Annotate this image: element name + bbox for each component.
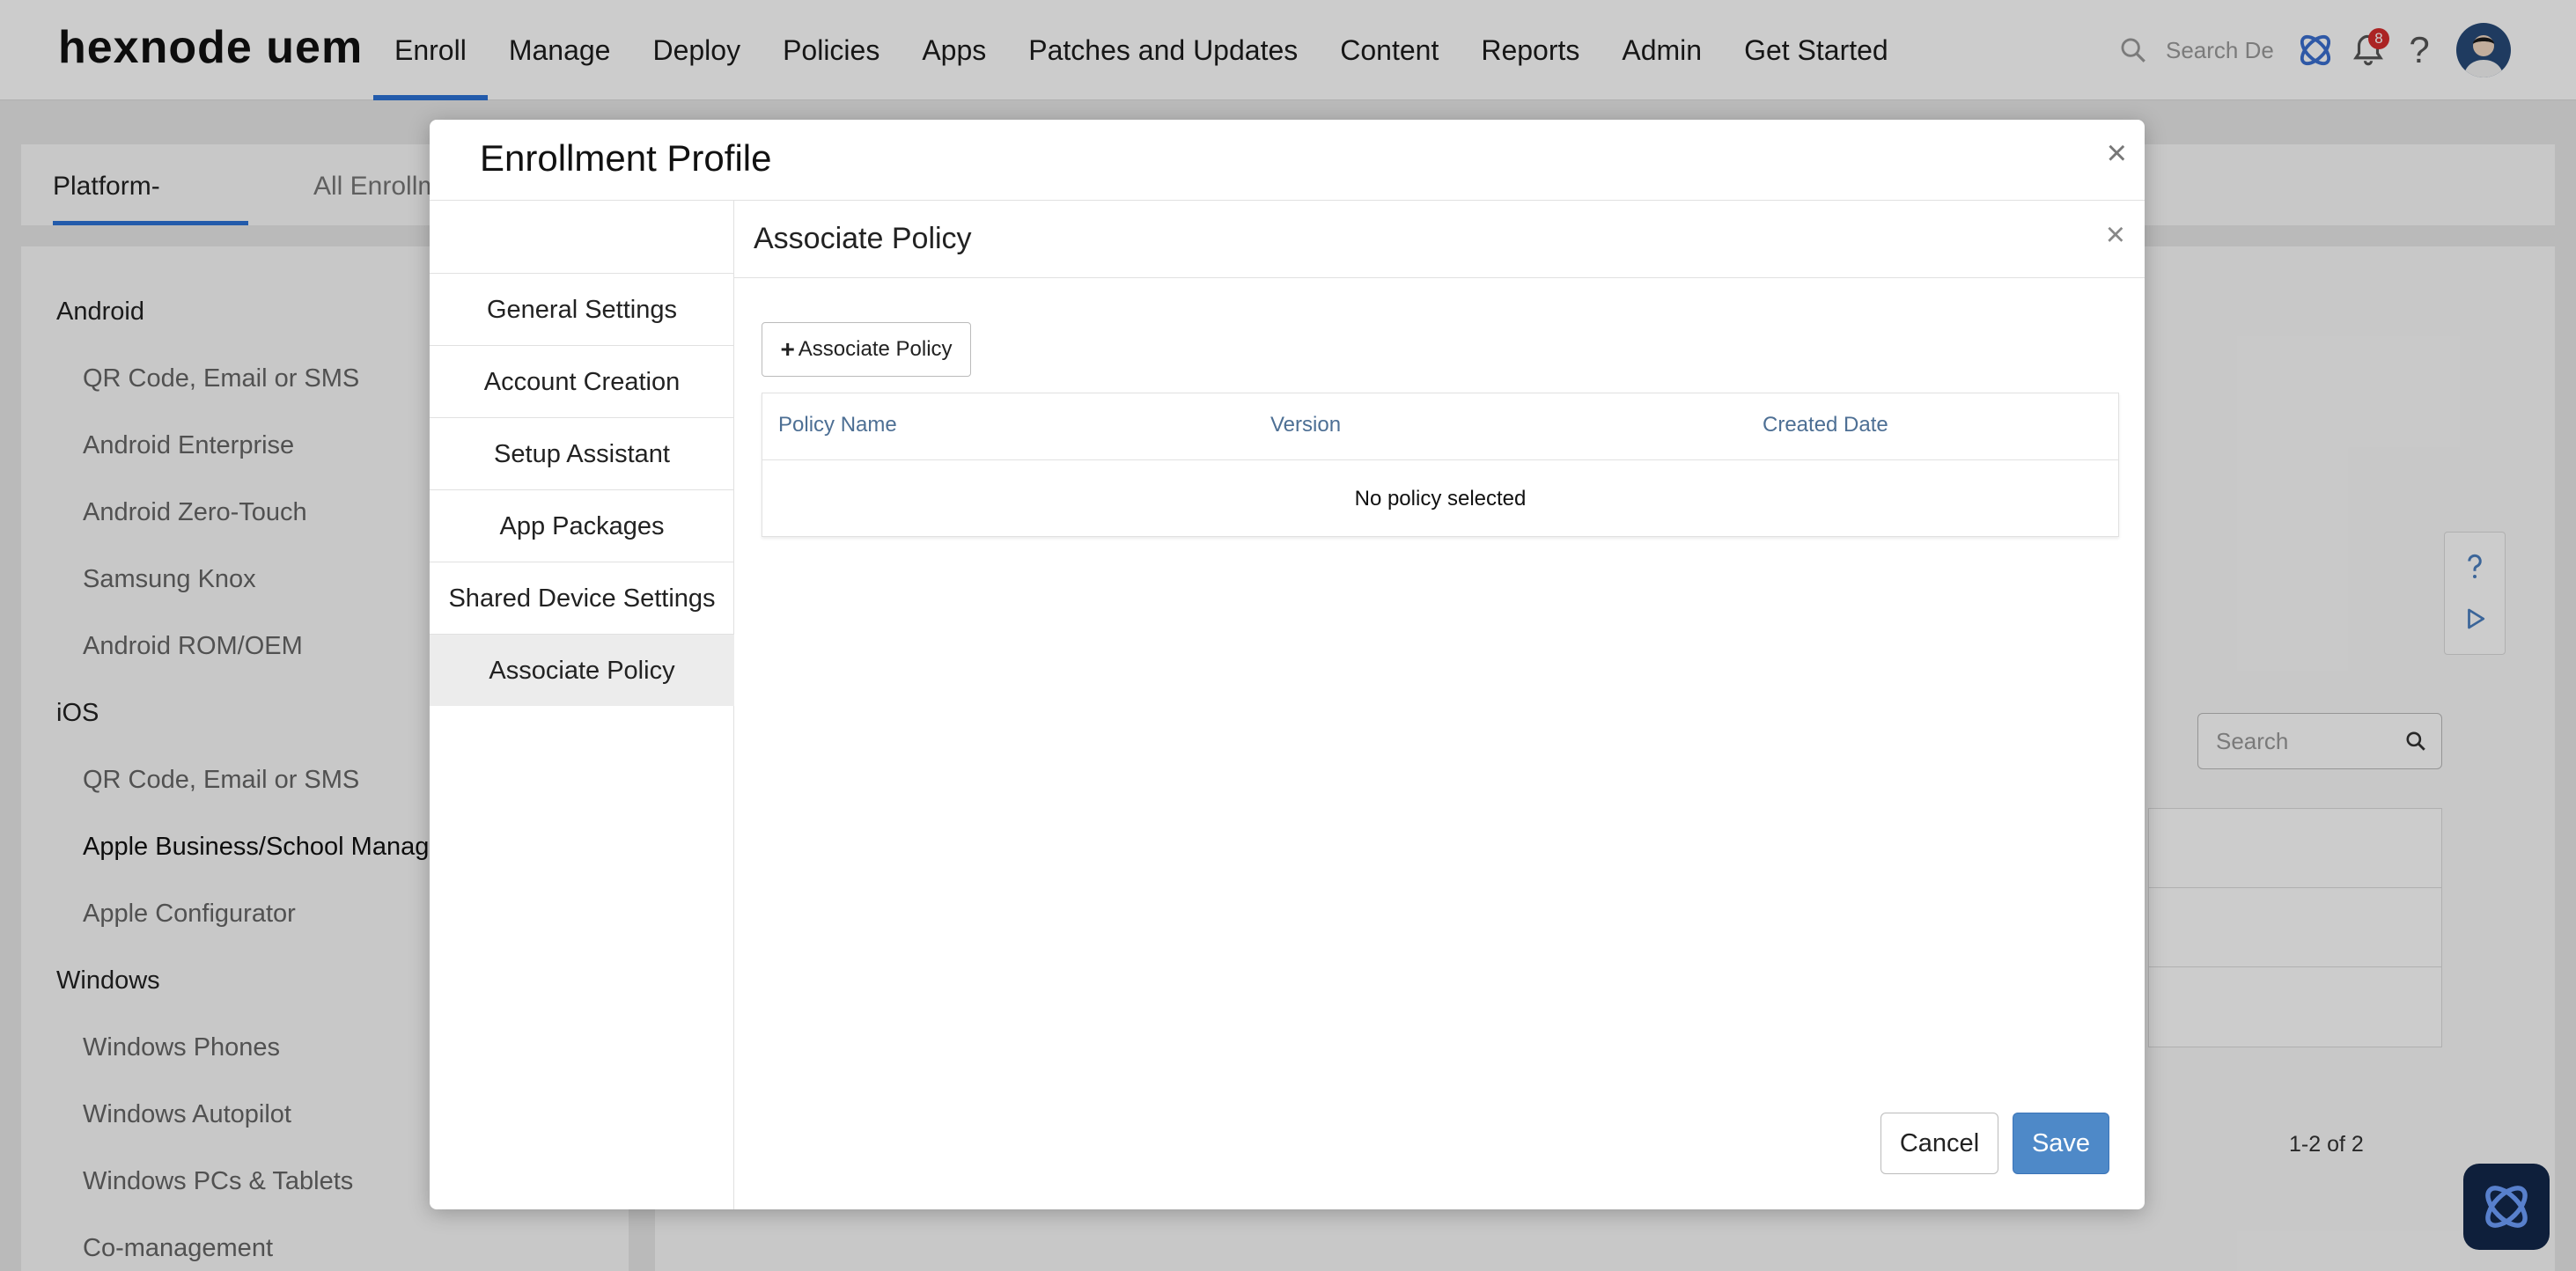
associate-policy-header: Associate Policy ×	[734, 201, 2145, 278]
pane-title: Associate Policy	[754, 222, 972, 255]
column-created-date[interactable]: Created Date	[1763, 413, 1888, 437]
profile-settings-nav: General Settings Account Creation Setup …	[430, 201, 734, 1209]
table-header: Policy Name Version Created Date	[762, 393, 2118, 460]
associate-policy-button[interactable]: + Associate Policy	[762, 322, 971, 377]
enrollment-profile-modal: Enrollment Profile × General Settings Ac…	[430, 120, 2145, 1209]
associated-policy-table: Policy Name Version Created Date No poli…	[762, 393, 2119, 537]
profile-nav-associate-policy[interactable]: Associate Policy	[430, 634, 734, 706]
profile-nav-general-settings[interactable]: General Settings	[430, 273, 734, 345]
save-button[interactable]: Save	[2013, 1113, 2109, 1174]
column-version[interactable]: Version	[1270, 413, 1341, 437]
profile-nav-account-creation[interactable]: Account Creation	[430, 345, 734, 417]
profile-nav-setup-assistant[interactable]: Setup Assistant	[430, 417, 734, 489]
plus-icon: +	[780, 335, 795, 363]
cancel-button[interactable]: Cancel	[1880, 1113, 1998, 1174]
associate-policy-button-label: Associate Policy	[798, 337, 953, 361]
modal-close-icon[interactable]: ×	[2107, 134, 2127, 173]
modal-title: Enrollment Profile	[480, 137, 772, 179]
modal-header: Enrollment Profile ×	[430, 120, 2145, 201]
column-policy-name[interactable]: Policy Name	[778, 413, 897, 437]
profile-nav-shared-device-settings[interactable]: Shared Device Settings	[430, 562, 734, 634]
pane-close-icon[interactable]: ×	[2106, 217, 2125, 254]
profile-nav-app-packages[interactable]: App Packages	[430, 489, 734, 562]
profile-nav-spacer	[430, 201, 734, 273]
empty-state-text: No policy selected	[1354, 487, 1527, 511]
